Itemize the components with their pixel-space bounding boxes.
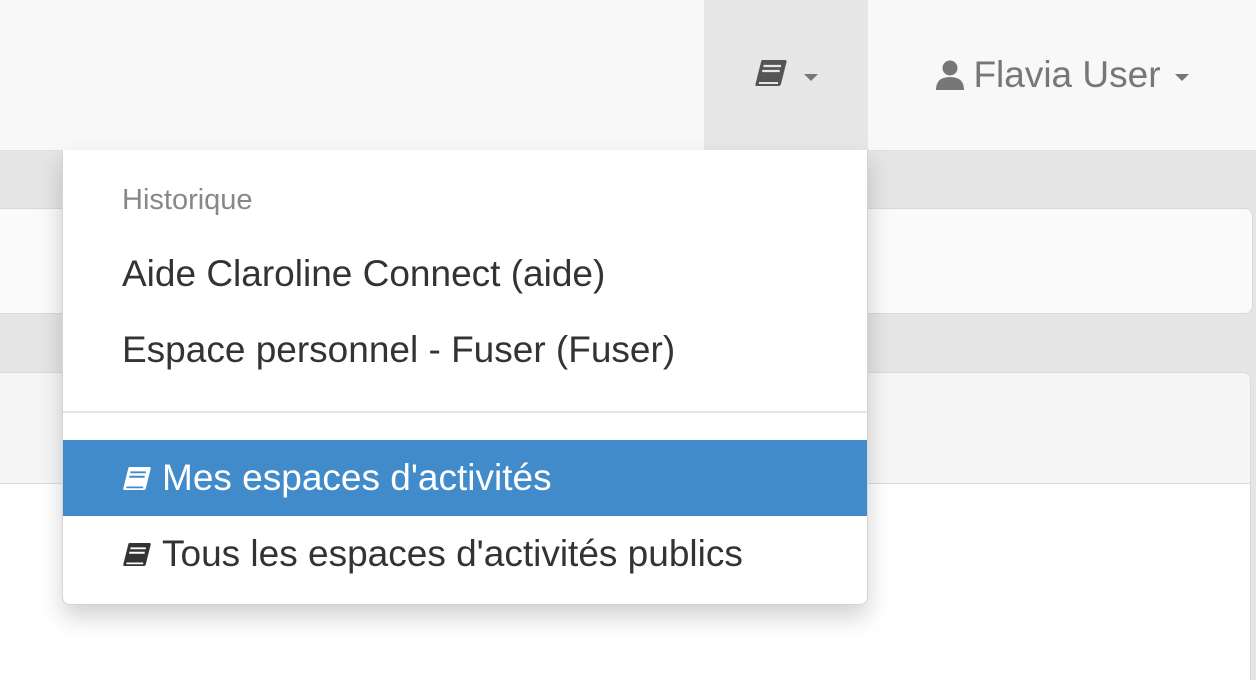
book-icon — [122, 541, 152, 568]
history-item-espace-personnel[interactable]: Espace personnel - Fuser (Fuser) — [63, 312, 867, 388]
menu-item-my-workspaces[interactable]: Mes espaces d'activités — [63, 440, 867, 516]
user-name: Flavia User — [973, 54, 1161, 95]
top-navbar: Flavia User — [0, 0, 1256, 151]
dropdown-divider — [63, 411, 867, 413]
user-menu-toggle[interactable]: Flavia User — [868, 0, 1256, 150]
history-item-aide[interactable]: Aide Claroline Connect (aide) — [63, 236, 867, 312]
menu-item-public-workspaces[interactable]: Tous les espaces d'activités publics — [63, 516, 867, 592]
workspaces-dropdown-menu: Historique Aide Claroline Connect (aide)… — [62, 150, 868, 605]
history-item-label: Aide Claroline Connect (aide) — [122, 253, 606, 294]
page: Flavia User Historique Aide Claroline Co… — [0, 0, 1256, 680]
dropdown-header: Historique — [122, 184, 253, 216]
user-icon — [935, 59, 965, 91]
workspaces-menu-toggle[interactable] — [704, 0, 868, 150]
book-icon — [122, 465, 152, 492]
menu-item-label: Tous les espaces d'activités publics — [162, 533, 743, 574]
history-item-label: Espace personnel - Fuser (Fuser) — [122, 329, 676, 370]
chevron-down-icon — [804, 73, 818, 81]
chevron-down-icon — [1174, 73, 1189, 81]
book-icon — [754, 58, 788, 93]
menu-item-label: Mes espaces d'activités — [162, 457, 552, 498]
